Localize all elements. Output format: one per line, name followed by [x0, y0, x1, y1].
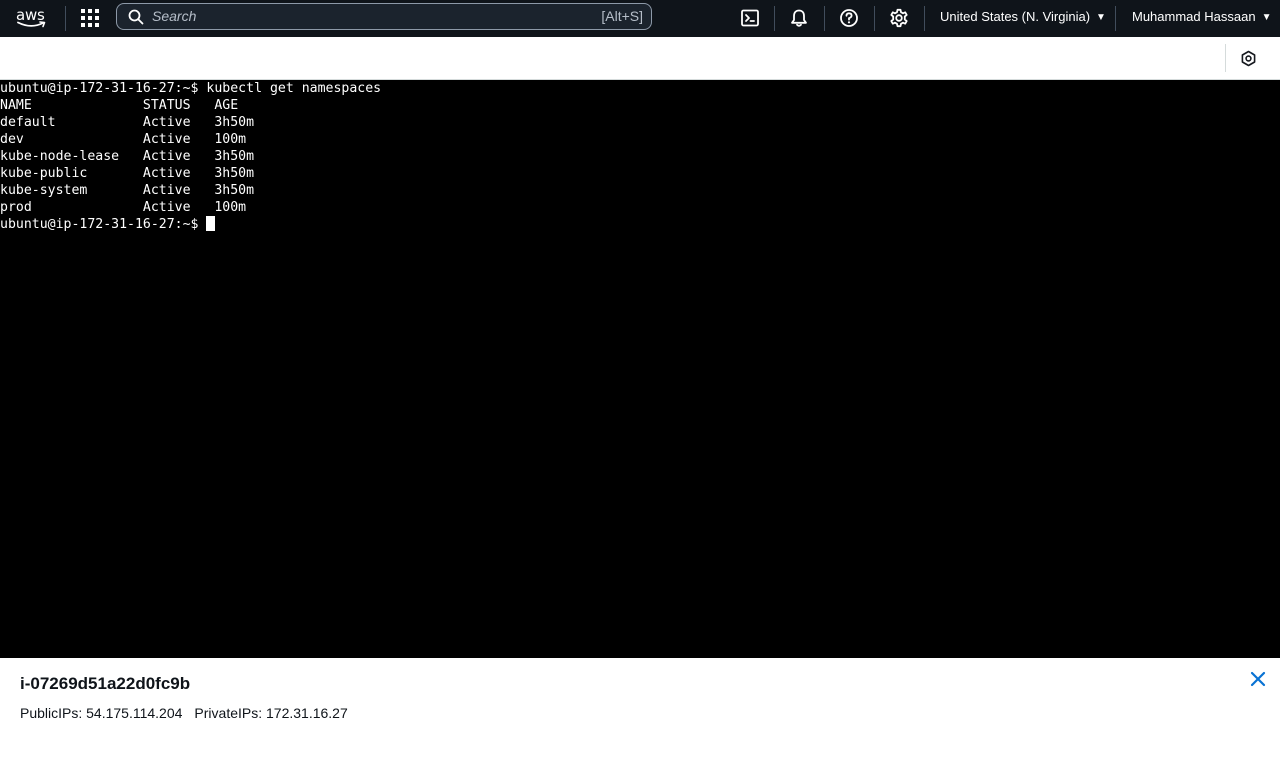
terminal-line: default Active 3h50m: [0, 115, 255, 130]
nav-divider: [65, 6, 66, 31]
services-grid-icon[interactable]: [80, 8, 100, 28]
terminal-line: NAME STATUS AGE: [0, 98, 239, 113]
terminal-output: ubuntu@ip-172-31-16-27:~$ kubectl get na…: [0, 80, 381, 233]
gear-icon[interactable]: [889, 8, 909, 28]
user-name: Muhammad Hassaan: [1132, 9, 1256, 24]
aws-smile-icon: [17, 21, 46, 28]
terminal-line: prod Active 100m: [0, 200, 247, 215]
terminal-prompt-line[interactable]: ubuntu@ip-172-31-16-27:~$: [0, 216, 381, 233]
caret-down-icon: ▼: [1261, 12, 1272, 23]
toolbar-divider: [1225, 44, 1226, 72]
search-bar[interactable]: [Alt+S]: [116, 3, 652, 30]
close-icon[interactable]: [1250, 671, 1266, 687]
region-selector[interactable]: United States (N. Virginia) ▼: [940, 9, 1106, 24]
nav-divider: [874, 6, 875, 31]
terminal-cursor: [206, 216, 216, 231]
terminal-line: kube-system Active 3h50m: [0, 183, 255, 198]
search-icon: [128, 9, 144, 25]
terminal-prompt: ubuntu@ip-172-31-16-27:~$: [0, 217, 207, 232]
terminal-window[interactable]: ubuntu@ip-172-31-16-27:~$ kubectl get na…: [0, 80, 1280, 658]
instance-ip-info: PublicIPs: 54.175.114.204 PrivateIPs: 172…: [20, 705, 348, 721]
nav-divider: [1115, 6, 1116, 31]
cloudshell-icon[interactable]: [740, 8, 760, 28]
region-label: United States (N. Virginia): [940, 9, 1091, 24]
nav-divider: [824, 6, 825, 31]
nav-divider: [774, 6, 775, 31]
public-ips: PublicIPs: 54.175.114.204: [20, 705, 183, 721]
nav-divider: [924, 6, 925, 31]
bell-icon[interactable]: [789, 8, 809, 28]
caret-down-icon: ▼: [1096, 12, 1106, 23]
account-menu[interactable]: Muhammad Hassaan ▼: [1132, 9, 1271, 24]
instance-info-panel: i-07269d51a22d0fc9b PublicIPs: 54.175.11…: [0, 658, 1280, 763]
instance-id: i-07269d51a22d0fc9b: [20, 674, 191, 693]
top-navigation-bar: aws [Alt+S]: [0, 0, 1280, 37]
help-icon[interactable]: [839, 8, 859, 28]
terminal-line: ubuntu@ip-172-31-16-27:~$ kubectl get na…: [0, 81, 382, 96]
terminal-line: dev Active 100m: [0, 132, 247, 147]
preferences-icon[interactable]: [1240, 50, 1257, 67]
terminal-line: kube-public Active 3h50m: [0, 166, 255, 181]
search-input[interactable]: [152, 6, 592, 26]
session-toolbar: [0, 37, 1280, 80]
private-ips: PrivateIPs: 172.31.16.27: [194, 705, 348, 721]
aws-logo[interactable]: aws: [15, 6, 49, 30]
terminal-line: kube-node-lease Active 3h50m: [0, 149, 255, 164]
search-shortcut-hint: [Alt+S]: [601, 8, 643, 24]
